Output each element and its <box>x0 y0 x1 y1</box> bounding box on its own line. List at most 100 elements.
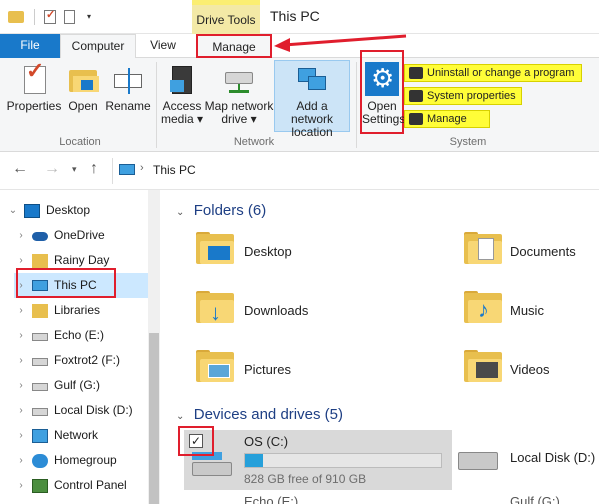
nav-item-control-panel[interactable]: › Control Panel <box>14 473 148 498</box>
section-collapse-icon[interactable]: ⌄ <box>176 411 184 422</box>
nav-scrollbar-thumb[interactable] <box>149 333 159 504</box>
expand-chevron-icon[interactable]: › <box>14 348 28 373</box>
map-network-drive-button[interactable]: Map network drive ▾ <box>204 64 274 126</box>
videos-folder-icon <box>464 350 502 382</box>
expand-chevron-icon[interactable]: › <box>14 373 28 398</box>
computer-icon <box>119 164 135 175</box>
network-group-label: Network <box>233 136 275 148</box>
this-pc-highlight <box>16 268 116 298</box>
group-separator <box>156 62 157 148</box>
nav-item-label: Control Panel <box>54 478 127 492</box>
add-network-location-label: Add a network location <box>290 99 334 139</box>
uninstall-program-button[interactable]: Uninstall or change a program <box>404 64 582 82</box>
tab-computer[interactable]: Computer <box>60 34 136 59</box>
tab-manage[interactable]: Manage <box>196 34 272 58</box>
properties-label: Properties <box>6 99 62 113</box>
rename-icon <box>112 64 144 96</box>
media-server-icon <box>166 64 198 96</box>
drive-g-name: Gulf (G:) <box>510 494 560 504</box>
folder-label: Desktop <box>244 244 292 259</box>
nav-item-desktop[interactable]: ⌄ Desktop <box>0 198 148 223</box>
nav-item-label: Desktop <box>46 203 91 217</box>
nav-item-gulf[interactable]: › Gulf (G:) <box>14 373 148 398</box>
network-icon <box>32 428 48 443</box>
folder-pictures[interactable]: Pictures <box>196 350 356 394</box>
nav-item-echo[interactable]: › Echo (E:) <box>14 323 148 348</box>
new-folder-qat-icon[interactable] <box>64 10 75 24</box>
drive-icon <box>32 333 48 341</box>
folder-desktop[interactable]: Desktop <box>196 232 356 276</box>
nav-item-homegroup[interactable]: › Homegroup <box>14 448 148 473</box>
separator <box>34 9 35 25</box>
nav-item-libraries[interactable]: › Libraries <box>14 298 148 323</box>
title-bar: ✓ ▾ Drive Tools This PC <box>0 0 599 34</box>
drive-tools-context-tab: Drive Tools <box>192 0 260 34</box>
access-media-label: Access media ▾ <box>160 99 204 126</box>
customize-qat-icon[interactable]: ▾ <box>84 11 94 23</box>
group-separator <box>356 62 357 148</box>
user-folder-icon <box>32 253 48 268</box>
tab-view[interactable]: View <box>136 34 190 58</box>
properties-qat-icon[interactable]: ✓ <box>44 9 56 24</box>
drive-d-name: Local Disk (D:) <box>510 450 596 465</box>
devices-section-header[interactable]: ⌄ Devices and drives (5) <box>176 406 343 423</box>
expand-chevron-icon[interactable]: › <box>14 298 28 323</box>
system-properties-button[interactable]: System properties <box>404 87 522 105</box>
folder-music[interactable]: ♪ Music <box>464 291 599 335</box>
recent-locations-button[interactable]: ▾ <box>72 164 77 175</box>
nav-item-label: Homegroup <box>54 453 117 467</box>
expand-chevron-icon[interactable]: › <box>14 448 28 473</box>
address-box[interactable]: › This PC <box>112 158 599 184</box>
folder-documents[interactable]: Documents <box>464 232 599 276</box>
programs-icon <box>409 67 423 79</box>
up-button[interactable]: ↑ <box>90 160 98 178</box>
tab-file[interactable]: File <box>0 34 60 58</box>
system-properties-icon <box>409 90 423 102</box>
expand-chevron-icon[interactable]: › <box>14 473 28 498</box>
section-collapse-icon[interactable]: ⌄ <box>176 207 184 218</box>
system-group-label: System <box>449 136 487 148</box>
add-network-location-button[interactable]: Add a network location <box>274 60 350 139</box>
folders-section-header[interactable]: ⌄ Folders (6) <box>176 202 266 219</box>
nav-item-foxtrot2[interactable]: › Foxtrot2 (F:) <box>14 348 148 373</box>
folders-section-title: Folders (6) <box>193 202 267 219</box>
drive-c-tile[interactable]: OS (C:) 828 GB free of 910 GB <box>184 430 452 490</box>
drive-c-usage-bar <box>244 453 442 468</box>
documents-folder-icon <box>464 232 502 264</box>
open-button[interactable]: Open <box>64 64 102 113</box>
properties-button[interactable]: ✓ Properties <box>6 60 62 113</box>
open-folder-icon <box>67 64 99 96</box>
expand-chevron-icon[interactable]: › <box>14 423 28 448</box>
collapse-chevron-icon[interactable]: ⌄ <box>6 198 20 223</box>
uninstall-program-label: Uninstall or change a program <box>427 67 575 79</box>
nav-item-label: Network <box>54 428 99 442</box>
forward-button[interactable]: → <box>44 160 60 178</box>
nav-item-label: OneDrive <box>54 228 105 242</box>
access-media-button[interactable]: Access media ▾ <box>158 64 206 126</box>
cloud-icon <box>32 232 48 241</box>
drive-d-tile[interactable]: Local Disk (D:) <box>456 442 599 482</box>
map-network-drive-label: Map network drive ▾ <box>204 99 274 126</box>
homegroup-icon <box>32 453 48 468</box>
manage-button[interactable]: Manage <box>404 110 490 128</box>
folder-icon <box>8 11 24 23</box>
drive-c-checkbox[interactable]: ✓ <box>189 434 203 448</box>
nav-item-local-disk-d[interactable]: › Local Disk (D:) <box>14 398 148 423</box>
folder-downloads[interactable]: ↓ Downloads <box>196 291 356 335</box>
drive-e-tile-partial[interactable]: Echo (E:) <box>244 494 364 504</box>
nav-item-network[interactable]: › Network <box>14 423 148 448</box>
quick-access-toolbar: ✓ ▾ <box>8 9 98 25</box>
folder-videos[interactable]: Videos <box>464 350 599 394</box>
nav-item-onedrive[interactable]: › OneDrive <box>14 223 148 248</box>
expand-chevron-icon[interactable]: › <box>14 398 28 423</box>
rename-button[interactable]: Rename <box>104 64 152 113</box>
back-button[interactable]: ← <box>12 160 28 178</box>
open-label: Open <box>68 99 98 113</box>
drive-g-tile-partial[interactable]: Gulf (G:) <box>510 494 599 504</box>
expand-chevron-icon[interactable]: › <box>14 223 28 248</box>
open-settings-button[interactable]: ⚙ Open Settings <box>360 50 405 134</box>
settings-gear-icon: ⚙ <box>365 62 399 96</box>
desktop-folder-icon <box>196 232 234 264</box>
nav-item-label: Echo (E:) <box>54 328 105 342</box>
expand-chevron-icon[interactable]: › <box>14 323 28 348</box>
